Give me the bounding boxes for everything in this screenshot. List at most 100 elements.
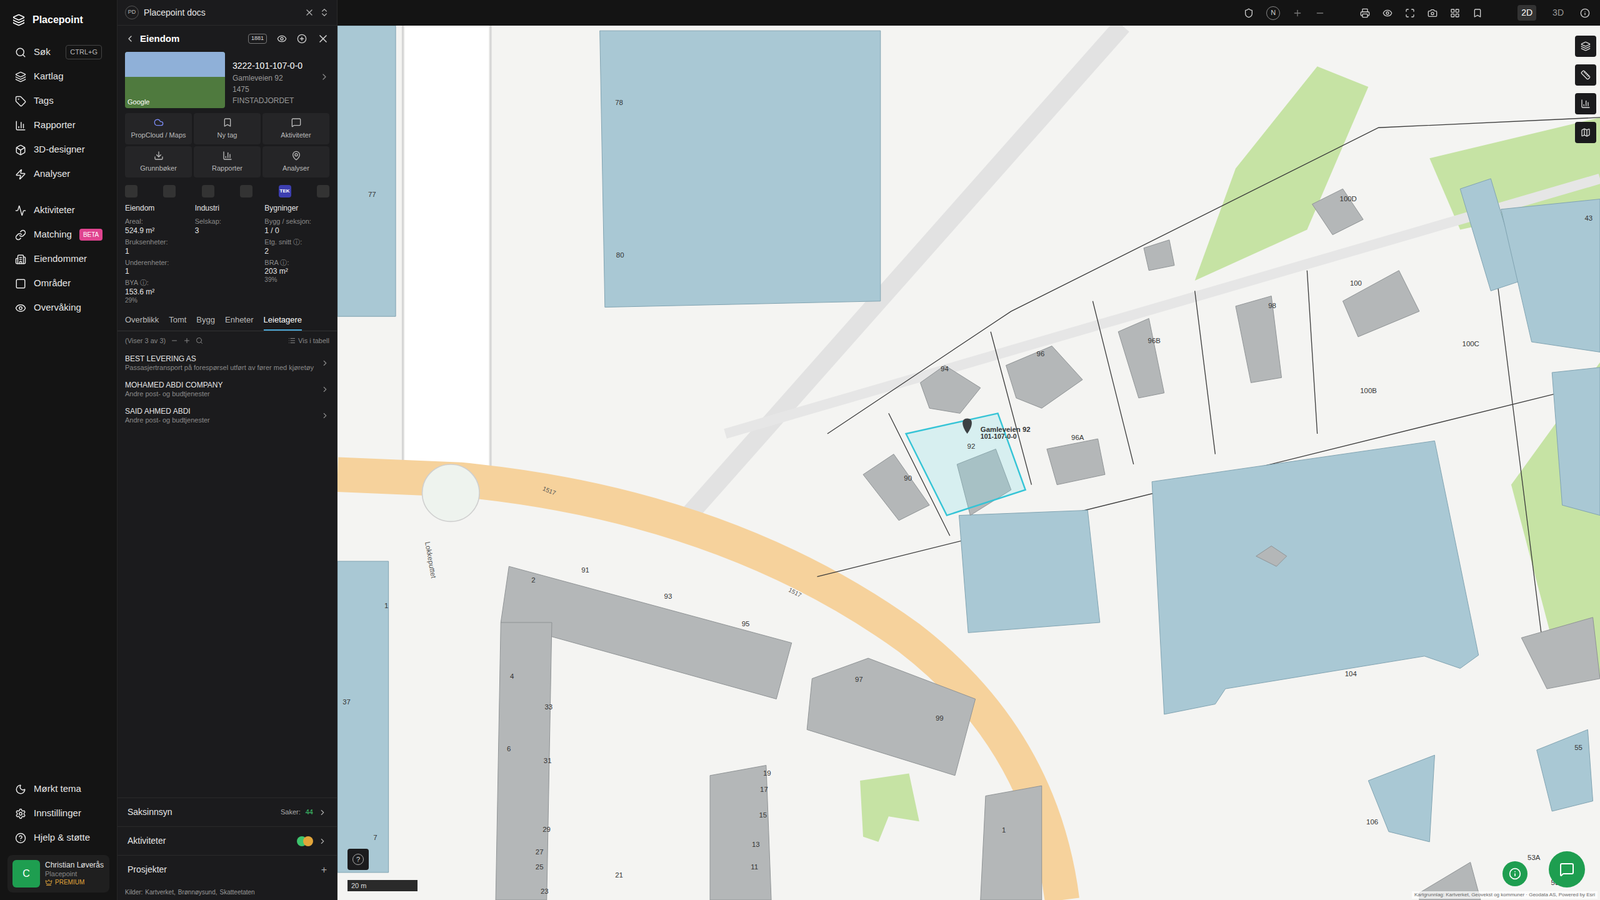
back-icon[interactable]	[125, 33, 135, 44]
tenant-row[interactable]: SAID AHMED ABDIAndre post- og budtjenest…	[117, 402, 337, 429]
address-label: 21	[615, 871, 624, 879]
action-icon	[153, 117, 164, 128]
tab[interactable]: Tomt	[168, 311, 187, 332]
plus-icon[interactable]	[183, 336, 191, 345]
table-button[interactable]: Vis i tabell	[288, 335, 330, 347]
source-link[interactable]: Brønnøysund,	[178, 887, 218, 897]
nav-item[interactable]: 3D-designer	[0, 137, 117, 162]
help-button[interactable]: ?	[347, 848, 369, 870]
nav-item[interactable]: Innstillinger	[0, 801, 117, 826]
nav-item[interactable]: Kartlag	[0, 64, 117, 89]
minus-icon[interactable]	[170, 336, 179, 345]
map-tool-button[interactable]	[1575, 93, 1597, 115]
add-icon[interactable]	[296, 33, 307, 44]
close-icon[interactable]	[304, 7, 315, 18]
property-card[interactable]: Google3222-101-107-0-0Gamleveien 921475 …	[117, 51, 337, 114]
user-card[interactable]: CChristian LøveråsPlacepointPREMIUM	[7, 855, 110, 893]
nav-item[interactable]: Områder	[0, 271, 117, 296]
map-pin[interactable]: Gamleveien 92101-107-0-0	[962, 418, 1030, 440]
nav-divider	[0, 186, 117, 199]
nav-item[interactable]: SøkCTRL+G	[0, 40, 117, 65]
tab[interactable]: Enheter	[225, 311, 254, 332]
zoom-in-icon[interactable]	[1292, 8, 1303, 19]
nav-item-icon	[15, 253, 27, 265]
section-row[interactable]: SaksinnsynSaker: 44	[117, 797, 337, 827]
section-row[interactable]: Aktiviteter	[117, 826, 337, 855]
stat-row: BYA ⓘ:153.6 m²29%	[125, 278, 190, 305]
tab[interactable]: Overblikk	[125, 311, 159, 332]
map-tool-button[interactable]	[1575, 121, 1597, 144]
nav-item[interactable]: Tags	[0, 88, 117, 114]
nav-item[interactable]: Analyser	[0, 161, 117, 187]
layer-toggle[interactable]	[316, 185, 330, 198]
tab[interactable]: Leietagere	[263, 311, 302, 332]
zoom-out-icon[interactable]	[1315, 8, 1325, 19]
docs-tab[interactable]: PDPlacepoint docs	[117, 0, 337, 26]
print-icon[interactable]	[1360, 8, 1370, 19]
north-button[interactable]: N	[1266, 6, 1280, 20]
tenant-row[interactable]: MOHAMED ABDI COMPANYAndre post- og budtj…	[117, 376, 337, 403]
map-tool-button[interactable]	[1575, 64, 1597, 86]
close-icon[interactable]	[316, 32, 330, 45]
map-tool-button[interactable]	[1575, 35, 1597, 57]
search-icon[interactable]	[195, 336, 204, 345]
logo[interactable]: Placepoint	[0, 0, 117, 40]
map-tools	[1575, 35, 1597, 144]
source-link[interactable]: Kartverket,	[145, 887, 175, 897]
chat-fab[interactable]	[1548, 851, 1585, 888]
badge-1881[interactable]: 1881	[248, 33, 267, 44]
view-mode[interactable]: 2D	[1517, 5, 1537, 21]
tenant-row[interactable]: BEST LEVERING ASPassasjertransport på fo…	[117, 350, 337, 377]
source-link[interactable]: Skatteetaten	[220, 887, 255, 897]
nav-item[interactable]: Mørkt tema	[0, 776, 117, 802]
stats-column: IndustriSelskap:3	[195, 202, 260, 307]
tab[interactable]: Bygg	[196, 311, 215, 332]
road-label: 1517	[541, 485, 557, 497]
nav-item-icon	[15, 783, 27, 795]
action-button[interactable]: Ny tag	[193, 113, 261, 145]
info-icon[interactable]	[1580, 8, 1590, 19]
property-panel: PDPlacepoint docsEiendom1881Google3222-1…	[117, 0, 338, 900]
stats-column: EiendomAreal:524.9 m²Bruksenheter:1Under…	[125, 202, 190, 307]
shield-icon[interactable]	[1243, 8, 1254, 19]
layer-toggle[interactable]	[163, 185, 176, 198]
nav-list: SøkCTRL+GKartlagTagsRapporter3D-designer…	[0, 40, 117, 320]
action-button[interactable]: Aktiviteter	[262, 113, 330, 145]
map-view: N 2D 3D 787780949696B98100D100100C100B43929…	[337, 0, 1600, 900]
expand-icon[interactable]	[319, 7, 330, 18]
nav-item[interactable]: MatchingBETA	[0, 222, 117, 247]
house	[1118, 318, 1164, 399]
fullscreen-icon[interactable]	[1405, 8, 1415, 19]
nav-item[interactable]: Eiendommer	[0, 246, 117, 272]
grid-icon[interactable]	[1450, 8, 1460, 19]
layer-toggle[interactable]: TEK	[278, 185, 292, 198]
stat-row: Selskap:3	[195, 217, 260, 236]
action-button[interactable]: Grunnbøker	[125, 146, 192, 178]
building	[1551, 367, 1600, 516]
chevron-icon	[319, 71, 330, 82]
nav-item[interactable]: Aktiviteter	[0, 198, 117, 223]
nav-item[interactable]: Hjelp & støtte	[0, 825, 117, 850]
stat-row: Bruksenheter:1	[125, 238, 190, 257]
app: PlacepointSøkCTRL+GKartlagTagsRapporter3…	[0, 0, 1600, 900]
section-row[interactable]: Prosjekter+	[117, 855, 337, 884]
nav-item[interactable]: Rapporter	[0, 113, 117, 138]
eye-icon[interactable]	[1382, 8, 1393, 19]
address-label: 94	[940, 365, 949, 373]
action-button[interactable]: PropCloud / Maps	[125, 113, 192, 145]
layer-toggle[interactable]	[125, 185, 138, 198]
address-label: 96B	[1148, 336, 1161, 345]
map-canvas[interactable]: 787780949696B98100D100100C100B43929096A1…	[337, 25, 1600, 900]
layer-toggle[interactable]	[201, 185, 215, 198]
view-mode[interactable]: 3D	[1548, 5, 1568, 21]
layer-toggle[interactable]	[240, 185, 253, 198]
bookmark-icon[interactable]	[1472, 8, 1483, 19]
action-button[interactable]: Rapporter	[193, 146, 261, 178]
action-button[interactable]: Analyser	[262, 146, 330, 178]
chevron-icon	[320, 411, 330, 420]
camera-icon[interactable]	[1427, 8, 1438, 19]
nav-item[interactable]: Overvåking	[0, 295, 117, 320]
scale-bar: 20 m	[347, 880, 418, 892]
eye-icon[interactable]	[276, 33, 287, 44]
info-fab[interactable]	[1502, 861, 1528, 887]
